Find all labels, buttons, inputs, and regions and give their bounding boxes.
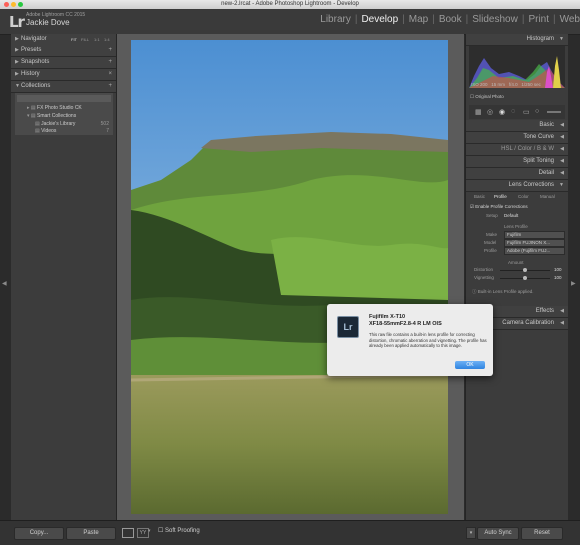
module-print[interactable]: Print xyxy=(528,14,549,25)
auto-sync-button[interactable]: Auto Sync xyxy=(477,527,519,540)
list-item[interactable]: ▤ Jackie's Library 502 xyxy=(35,121,109,127)
zoom-window-icon[interactable] xyxy=(18,2,23,7)
zoom-fill[interactable]: FILL xyxy=(81,34,89,45)
crop-icon[interactable]: ◎ xyxy=(487,108,493,116)
histogram-graph[interactable]: ISO 200 15 mm f/4.0 1/250 sec xyxy=(469,46,565,88)
reset-button[interactable]: Reset xyxy=(521,527,563,540)
list-item[interactable]: ▸ ▤ FX Photo Studio CK xyxy=(27,105,82,111)
red-eye-icon[interactable]: ◌ xyxy=(511,108,515,115)
model-select[interactable]: Fujifilm FUJINON X... xyxy=(504,239,565,247)
module-book[interactable]: Book xyxy=(439,14,462,25)
lens-profile-dialog: Lr Fujifilm X-T10 XF18-55mmF2.8-4 R LM O… xyxy=(327,304,493,376)
adjustment-brush-icon[interactable] xyxy=(547,111,561,113)
histogram-header[interactable]: Histogram ▼ xyxy=(466,34,568,46)
profile-label: Profile xyxy=(484,248,497,253)
detail-header[interactable]: Detail ◀ xyxy=(466,168,568,180)
module-map[interactable]: Map xyxy=(409,14,428,25)
soft-proofing-toggle[interactable]: ☐ Soft Proofing xyxy=(158,527,200,534)
close-window-icon[interactable] xyxy=(4,2,9,7)
model-label: Model xyxy=(484,240,497,245)
built-in-note: ⓘ Built-in Lens Profile applied. xyxy=(472,289,534,294)
distortion-value[interactable]: 100 xyxy=(554,267,562,272)
dialog-title: Fujifilm X-T10 XF18-55mmF2.8-4 R LM OIS xyxy=(369,314,442,327)
basic-header[interactable]: Basic ◀ xyxy=(466,120,568,132)
enable-profile-checkbox[interactable]: ☑ Enable Profile Corrections xyxy=(470,204,528,210)
right-panel: Histogram ▼ ISO 200 15 mm f/4.0 1/250 sec… xyxy=(465,34,568,520)
history-header[interactable]: ▶ History × xyxy=(11,69,116,81)
distortion-label: Distortion xyxy=(474,267,494,272)
make-select[interactable]: Fujifilm xyxy=(504,231,565,239)
collections-header[interactable]: ▼ Collections + xyxy=(11,81,116,93)
graduated-filter-icon[interactable]: ▭ xyxy=(523,108,530,116)
zoom-fit[interactable]: FIT xyxy=(71,34,77,45)
clear-history-icon: × xyxy=(108,71,112,77)
ok-button[interactable]: OK xyxy=(455,361,485,369)
add-preset-icon: + xyxy=(108,47,112,53)
presets-header[interactable]: ▶ Presets + xyxy=(11,45,116,57)
tab-lens-basic[interactable]: Basic xyxy=(474,194,485,199)
tab-bw[interactable]: B & W xyxy=(537,146,554,152)
list-item[interactable]: ▤ Videos 7 xyxy=(35,128,109,134)
user-name: Jackie Dove xyxy=(26,18,70,27)
collections-list: ▸ ▤ FX Photo Studio CK ▾ ▤ Smart Collect… xyxy=(15,93,113,135)
add-collection-icon: + xyxy=(108,83,112,89)
radial-filter-icon[interactable]: ○ xyxy=(535,108,539,115)
sync-toggle-icon[interactable]: ▾ xyxy=(466,527,476,539)
window-title-bar: new-2.lrcat - Adobe Photoshop Lightroom … xyxy=(0,0,580,9)
module-develop[interactable]: Develop xyxy=(361,14,398,25)
original-photo-label[interactable]: ☐ Original Photo xyxy=(470,94,504,100)
lens-corrections-panel: Basic Profile Color Manual ☑ Enable Prof… xyxy=(466,192,568,304)
left-panel-toggle-icon[interactable]: ◀ xyxy=(2,280,7,287)
setup-label: Setup xyxy=(486,213,498,218)
vignetting-value[interactable]: 100 xyxy=(554,275,562,280)
snapshots-header[interactable]: ▶ Snapshots + xyxy=(11,57,116,69)
hsl-header[interactable]: HSL / Color / B & W ◀ xyxy=(466,144,568,156)
tab-lens-manual[interactable]: Manual xyxy=(540,194,555,199)
profile-select[interactable]: Adobe (Fujifilm FUJ... xyxy=(504,247,565,255)
lens-profile-title: Lens Profile xyxy=(504,224,528,229)
landscape-photo xyxy=(131,40,448,514)
module-slideshow[interactable]: Slideshow xyxy=(472,14,518,25)
zoom-1-4[interactable]: 1:4 xyxy=(104,34,110,45)
before-after-dropdown-icon[interactable]: ▾ xyxy=(148,528,151,534)
tone-curve-header[interactable]: Tone Curve ◀ xyxy=(466,132,568,144)
loupe-view-icon[interactable] xyxy=(122,528,134,538)
tool-strip: ▦ ◎ ◉ ◌ ▭ ○ xyxy=(469,105,565,119)
copy-button[interactable]: Copy... xyxy=(14,527,64,540)
vignetting-slider[interactable] xyxy=(500,276,550,280)
dialog-message: This raw file contains a built-in lens p… xyxy=(369,332,487,349)
tab-color[interactable]: Color xyxy=(518,146,532,152)
lightroom-logo: Lr xyxy=(9,13,25,31)
minimize-window-icon[interactable] xyxy=(11,2,16,7)
paste-button[interactable]: Paste xyxy=(66,527,116,540)
tab-lens-color[interactable]: Color xyxy=(518,194,529,199)
tab-lens-profile[interactable]: Profile xyxy=(494,194,507,199)
module-picker: Library | Develop | Map | Book | Slideshow | Print… xyxy=(320,14,580,25)
make-label: Make xyxy=(486,232,498,237)
lens-corrections-header[interactable]: Lens Corrections ▼ xyxy=(466,180,568,192)
lightroom-app-icon: Lr xyxy=(337,316,359,338)
tab-hsl[interactable]: HSL xyxy=(501,146,512,152)
list-item[interactable]: ▾ ▤ Smart Collections xyxy=(27,113,76,119)
vignetting-label: Vignetting xyxy=(474,275,494,280)
collections-filter-input[interactable] xyxy=(17,95,111,102)
add-snapshot-icon: + xyxy=(108,59,112,65)
spot-removal-icon[interactable]: ◉ xyxy=(499,108,505,116)
right-panel-toggle-icon[interactable]: ▶ xyxy=(571,280,576,287)
photo-preview[interactable] xyxy=(131,40,448,514)
setup-select[interactable]: Default xyxy=(504,213,518,218)
bottom-toolbar: Copy... Paste YY ▾ ☐ Soft Proofing ▾ Aut… xyxy=(0,520,580,545)
module-web[interactable]: Web xyxy=(560,14,580,25)
amount-title: Amount xyxy=(508,260,524,265)
zoom-1-1[interactable]: 1:1 xyxy=(94,34,100,45)
window-title: new-2.lrcat - Adobe Photoshop Lightroom … xyxy=(221,1,359,7)
module-library[interactable]: Library xyxy=(320,14,351,25)
grid-overlay-icon[interactable]: ▦ xyxy=(475,108,482,116)
left-panel: ▶ Navigator FIT FILL 1:1 1:4 ▶ Presets + ▶ S… xyxy=(11,34,117,520)
split-toning-header[interactable]: Split Toning ◀ xyxy=(466,156,568,168)
distortion-slider[interactable] xyxy=(500,268,550,272)
